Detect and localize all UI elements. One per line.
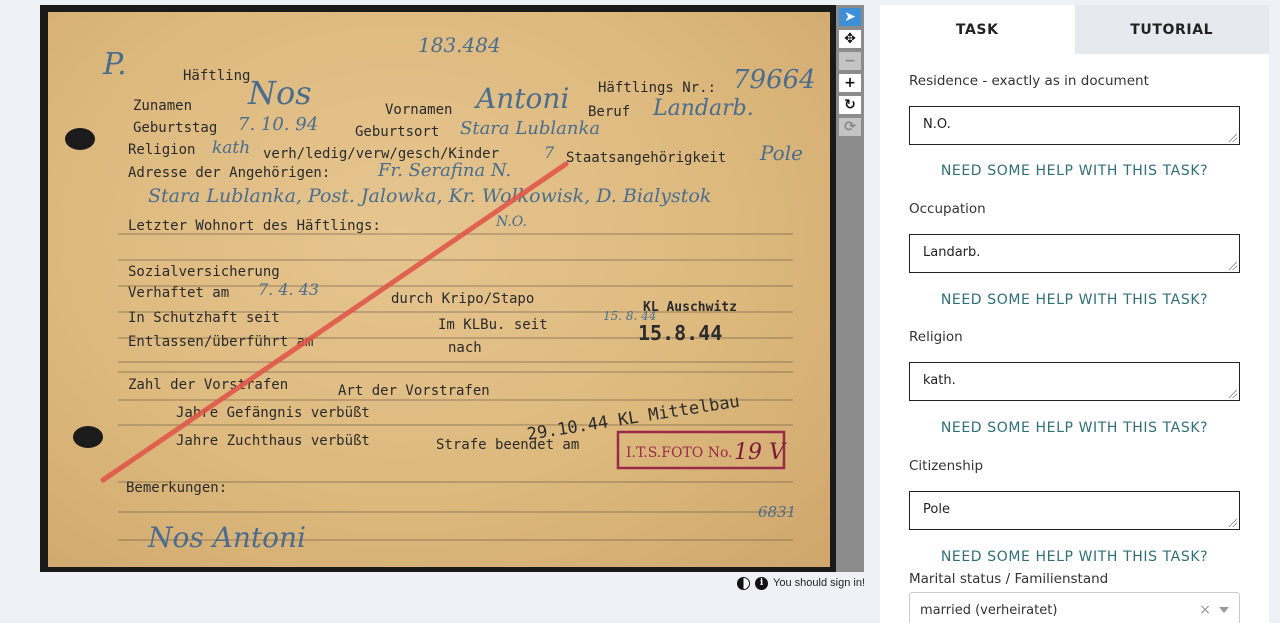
hw-address: Stara Lublanka, Post. Jalowka, Kr. Wolko…	[148, 185, 711, 207]
residence-help-link[interactable]: NEED SOME HELP WITH THIS TASK?	[909, 163, 1240, 179]
label-letzter-wohnort: Letzter Wohnort des Häftlings:	[128, 218, 381, 234]
label-geburtstag: Geburtstag	[133, 120, 217, 136]
hw-birth-place: Stara Lublanka	[460, 118, 600, 139]
label-zunamen: Zunamen	[133, 98, 192, 114]
marital-status-select[interactable]: married (verheiratet) ×	[909, 592, 1240, 623]
residence-value: N.O.	[923, 117, 951, 132]
religion-help-link[interactable]: NEED SOME HELP WITH THIS TASK?	[909, 420, 1240, 436]
hw-occupation: Landarb.	[652, 96, 754, 121]
svg-text:19 V: 19 V	[734, 440, 787, 465]
label-art-vorstrafen: Art der Vorstrafen	[338, 383, 490, 399]
label-staatsangehoerigkeit: Staatsangehörigkeit	[566, 150, 726, 166]
resize-grip-icon[interactable]	[1229, 262, 1237, 270]
info-icon[interactable]: i	[755, 576, 769, 590]
label-vorstrafen: Zahl der Vorstrafen	[128, 377, 288, 393]
stamp-auschwitz-date: 15.8.44	[638, 321, 722, 345]
hw-children: 7	[544, 143, 555, 162]
label-entlassen: Entlassen/überführt am	[128, 334, 313, 350]
document-viewer[interactable]: Häftling Häftlings Nr.: Zunamen Vornamen…	[40, 5, 836, 572]
label-bemerkungen: Bemerkungen:	[126, 480, 227, 496]
tab-tutorial[interactable]: TUTORIAL	[1074, 5, 1269, 54]
label-geburtsort: Geburtsort	[355, 124, 439, 140]
label-haeftling: Häftling	[183, 68, 250, 84]
citizenship-label: Citizenship	[909, 458, 984, 474]
religion-value: kath.	[923, 373, 956, 388]
hw-prisoner-nr: 79664	[733, 65, 816, 95]
resize-grip-icon[interactable]	[1229, 519, 1237, 527]
hw-ref-number: 6831	[758, 503, 796, 521]
stamp-its-foto: I.T.S.FOTO No. 19 V	[616, 430, 787, 470]
prisoner-card-scan: Häftling Häftlings Nr.: Zunamen Vornamen…	[65, 33, 816, 554]
label-zuchthaus: Jahre Zuchthaus verbüßt	[176, 433, 370, 449]
hw-prefix: P.	[102, 47, 127, 82]
pointer-tool-icon[interactable]: ➤	[839, 8, 861, 26]
label-haeftlings-nr: Häftlings Nr.:	[598, 80, 716, 96]
task-panel: TASK TUTORIAL Residence - exactly as in …	[880, 5, 1269, 623]
citizenship-help-link[interactable]: NEED SOME HELP WITH THIS TASK?	[909, 549, 1240, 565]
occupation-input[interactable]: Landarb.	[909, 234, 1240, 273]
resize-grip-icon[interactable]	[1229, 134, 1237, 142]
punch-hole-bottom	[73, 426, 103, 448]
label-nach: nach	[448, 340, 482, 356]
marital-status-value: married (verheiratet)	[920, 602, 1058, 618]
residence-input[interactable]: N.O.	[909, 106, 1240, 145]
resize-grip-icon[interactable]	[1229, 390, 1237, 398]
citizenship-input[interactable]: Pole	[909, 491, 1240, 530]
hw-residence: N.O.	[495, 214, 527, 230]
occupation-value: Landarb.	[923, 245, 981, 260]
hw-arrest-date: 7. 4. 43	[258, 280, 319, 299]
tab-task[interactable]: TASK	[880, 5, 1075, 54]
citizenship-value: Pole	[923, 502, 950, 517]
hw-signature: Nos Antoni	[147, 521, 306, 554]
viewer-toolbar: ➤ ✥ − + ↻ ⟳	[836, 5, 864, 572]
occupation-help-link[interactable]: NEED SOME HELP WITH THIS TASK?	[909, 292, 1240, 308]
signin-notice: i You should sign in!	[720, 575, 865, 591]
stamp-kl-auschwitz: KL Auschwitz	[643, 300, 737, 315]
hw-birth-date: 7. 10. 94	[238, 114, 318, 135]
clear-selection-icon[interactable]: ×	[1199, 602, 1211, 618]
dropdown-arrow-icon[interactable]	[1219, 607, 1229, 613]
contrast-icon[interactable]	[737, 576, 751, 590]
label-im-klbu: Im KLBu. seit	[438, 317, 548, 333]
move-tool-icon[interactable]: ✥	[839, 30, 861, 48]
zoom-in-icon[interactable]: +	[839, 74, 861, 92]
label-adresse: Adresse der Angehörigen:	[128, 165, 330, 181]
hw-first-name: Antoni	[473, 82, 569, 115]
label-durch: durch Kripo/Stapo	[391, 291, 534, 307]
prisoner-card-image: Häftling Häftlings Nr.: Zunamen Vornamen…	[48, 12, 830, 567]
panel-tabs: TASK TUTORIAL	[880, 5, 1269, 54]
reset-icon[interactable]: ⟳	[839, 118, 861, 136]
label-sozialversicherung: Sozialversicherung	[128, 264, 280, 280]
rotate-icon[interactable]: ↻	[839, 96, 861, 114]
signin-text: You should sign in!	[773, 577, 865, 589]
residence-label: Residence - exactly as in document	[909, 73, 1149, 89]
label-verhaftet: Verhaftet am	[128, 285, 229, 301]
occupation-label: Occupation	[909, 201, 986, 217]
marital-status-label: Marital status / Familienstand	[909, 571, 1109, 587]
label-vornamen: Vornamen	[385, 102, 452, 118]
hw-relative: Fr. Serafina N.	[377, 160, 511, 181]
religion-label: Religion	[909, 329, 963, 345]
hw-surname: Nos	[247, 74, 312, 112]
hw-citizenship: Pole	[759, 141, 803, 165]
religion-input[interactable]: kath.	[909, 362, 1240, 401]
punch-hole-top	[65, 128, 95, 150]
zoom-out-icon[interactable]: −	[839, 52, 861, 70]
svg-text:I.T.S.FOTO No.: I.T.S.FOTO No.	[626, 445, 733, 461]
hw-religion: kath	[212, 138, 250, 158]
label-schutzhaft: In Schutzhaft seit	[128, 310, 280, 326]
label-religion: Religion	[128, 142, 195, 158]
hw-top-number: 183.484	[418, 33, 501, 57]
